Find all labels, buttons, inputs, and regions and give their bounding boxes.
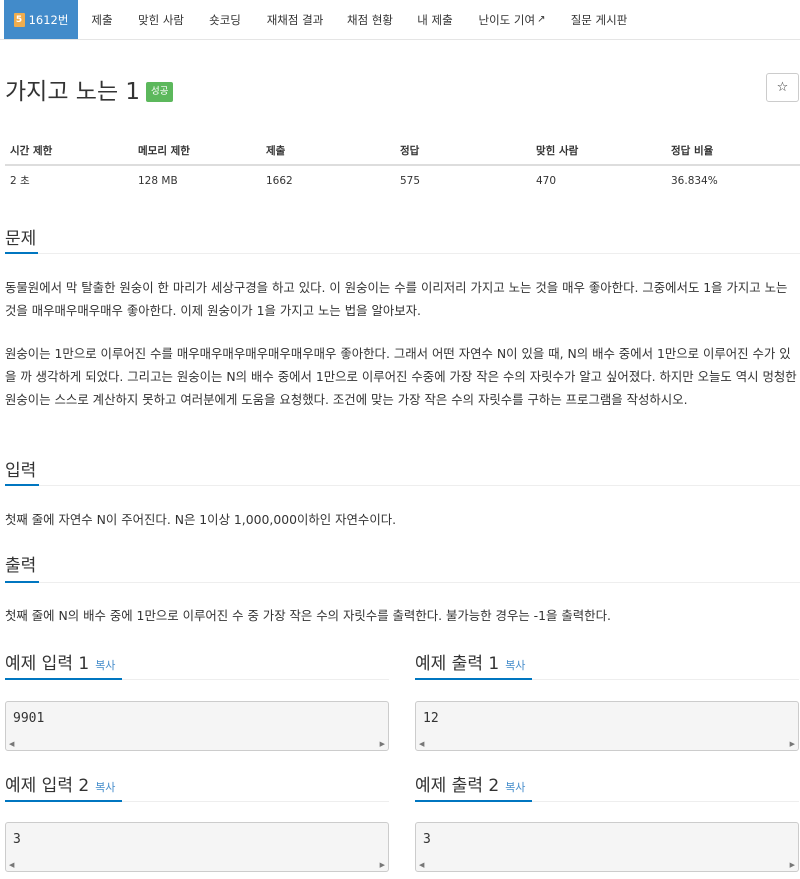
tab-submit-label: 제출 [91, 12, 113, 27]
copy-sample-input-2-link[interactable]: 복사 [95, 781, 115, 794]
copy-sample-input-1-link[interactable]: 복사 [95, 659, 115, 672]
output-description: 첫째 줄에 N의 배수 중에 1만으로 이루어진 수 중 가장 작은 수의 자릿… [5, 608, 611, 623]
value-memory-limit: 128 MB [138, 175, 178, 187]
favorite-button[interactable]: ☆ [766, 73, 799, 102]
scroll-left-icon[interactable]: ◀ [9, 740, 14, 748]
header-submissions: 제출 [266, 145, 286, 157]
tab-submit[interactable]: 제출 [82, 0, 122, 39]
sample-output-1-title: 예제 출력 1 [415, 654, 500, 674]
input-section-heading: 입력 [5, 461, 37, 481]
section-underline [5, 581, 39, 583]
sample-input-1-box[interactable]: 9901 ◀ ▶ [5, 701, 389, 751]
section-underline [415, 800, 532, 802]
sample-output-2-value: 3 [423, 832, 431, 847]
section-underline [5, 800, 122, 802]
tab-short-coding-label: 숏코딩 [209, 12, 241, 27]
sample-output-2-title: 예제 출력 2 [415, 776, 500, 796]
value-time-limit: 2 초 [10, 175, 30, 187]
sample-output-1-heading: 예제 출력 1 복사 [415, 649, 525, 674]
value-submissions: 1662 [266, 175, 293, 187]
table-header-row: 시간 제한 메모리 제한 제출 정답 맞힌 사람 정답 비율 [5, 137, 800, 166]
sample-input-2-heading: 예제 입력 2 복사 [5, 771, 115, 796]
scroll-left-icon[interactable]: ◀ [419, 861, 424, 869]
section-divider [5, 253, 800, 254]
sample-output-1-value: 12 [423, 711, 439, 726]
tab-question-board[interactable]: 질문 게시판 [562, 0, 636, 39]
header-accepted: 정답 [400, 145, 420, 157]
scroll-right-icon[interactable]: ▶ [790, 740, 795, 748]
tab-judge-status[interactable]: 채점 현황 [340, 0, 400, 39]
sample-input-1-heading: 예제 입력 1 복사 [5, 649, 115, 674]
tab-solvers-label: 맞힌 사람 [138, 12, 184, 27]
problem-description-paragraph-2: 원숭이는 1만으로 이루어진 수를 매우매우매우매우매우매우매우 좋아한다. 그… [5, 346, 797, 407]
tab-difficulty-contribution[interactable]: 난이도 기여 ↗ [470, 0, 554, 39]
header-ratio: 정답 비율 [671, 145, 714, 157]
tab-solvers[interactable]: 맞힌 사람 [130, 0, 192, 39]
section-underline [415, 678, 532, 680]
copy-sample-output-2-link[interactable]: 복사 [505, 781, 525, 794]
sample-output-2-box[interactable]: 3 ◀ ▶ [415, 822, 799, 872]
tab-judge-status-label: 채점 현황 [347, 12, 393, 27]
tab-problem-number-label: 1612번 [28, 12, 69, 27]
scroll-right-icon[interactable]: ▶ [790, 861, 795, 869]
tab-rejudge-results[interactable]: 재채점 결과 [258, 0, 332, 39]
scroll-left-icon[interactable]: ◀ [9, 861, 14, 869]
header-solvers: 맞힌 사람 [536, 145, 579, 157]
tier-5-icon: 5 [13, 12, 25, 27]
problem-description-paragraph-1: 동물원에서 막 탈출한 원숭이 한 마리가 세상구경을 하고 있다. 이 원숭이… [5, 280, 788, 318]
sample-input-2-box[interactable]: 3 ◀ ▶ [5, 822, 389, 872]
problem-section-heading: 문제 [5, 229, 37, 249]
copy-sample-output-1-link[interactable]: 복사 [505, 659, 525, 672]
section-underline [5, 252, 38, 254]
scroll-left-icon[interactable]: ◀ [419, 740, 424, 748]
table-row: 2 초 128 MB 1662 575 470 36.834% [5, 166, 800, 195]
sample-input-1-title: 예제 입력 1 [5, 654, 90, 674]
tab-short-coding[interactable]: 숏코딩 [198, 0, 252, 39]
problem-title: 가지고 노는 1 [5, 79, 141, 105]
tab-rejudge-results-label: 재채점 결과 [266, 12, 324, 27]
sample-input-2-value: 3 [13, 832, 21, 847]
scroll-right-icon[interactable]: ▶ [380, 740, 385, 748]
input-description: 첫째 줄에 자연수 N이 주어진다. N은 1이상 1,000,000이하인 자… [5, 512, 397, 527]
problem-info-table: 시간 제한 메모리 제한 제출 정답 맞힌 사람 정답 비율 2 초 128 M… [5, 137, 800, 195]
external-link-icon: ↗ [537, 14, 546, 25]
header-memory-limit: 메모리 제한 [138, 145, 190, 157]
scroll-right-icon[interactable]: ▶ [380, 861, 385, 869]
tab-my-submissions[interactable]: 내 제출 [408, 0, 462, 39]
value-solvers: 470 [536, 175, 557, 187]
value-ratio: 36.834% [671, 175, 718, 187]
status-badge: 성공 [146, 82, 174, 102]
header-time-limit: 시간 제한 [10, 145, 53, 157]
sample-input-1-value: 9901 [13, 711, 45, 726]
value-accepted: 575 [400, 175, 421, 187]
section-divider [5, 485, 800, 486]
sample-input-2-title: 예제 입력 2 [5, 776, 90, 796]
sample-output-1-box[interactable]: 12 ◀ ▶ [415, 701, 799, 751]
section-divider [5, 582, 800, 583]
sample-output-2-heading: 예제 출력 2 복사 [415, 771, 525, 796]
output-section-heading: 출력 [5, 556, 37, 576]
tab-difficulty-contribution-label: 난이도 기여 [478, 12, 536, 27]
star-icon: ☆ [776, 80, 789, 95]
tab-problem-number[interactable]: 5 1612번 [4, 0, 78, 39]
tab-question-board-label: 질문 게시판 [570, 12, 628, 27]
section-underline [5, 484, 39, 486]
section-underline [5, 678, 122, 680]
tab-my-submissions-label: 내 제출 [417, 12, 453, 27]
problem-nav-tabs: 5 1612번 제출 맞힌 사람 숏코딩 재채점 결과 채점 현황 내 제출 난… [0, 0, 800, 40]
